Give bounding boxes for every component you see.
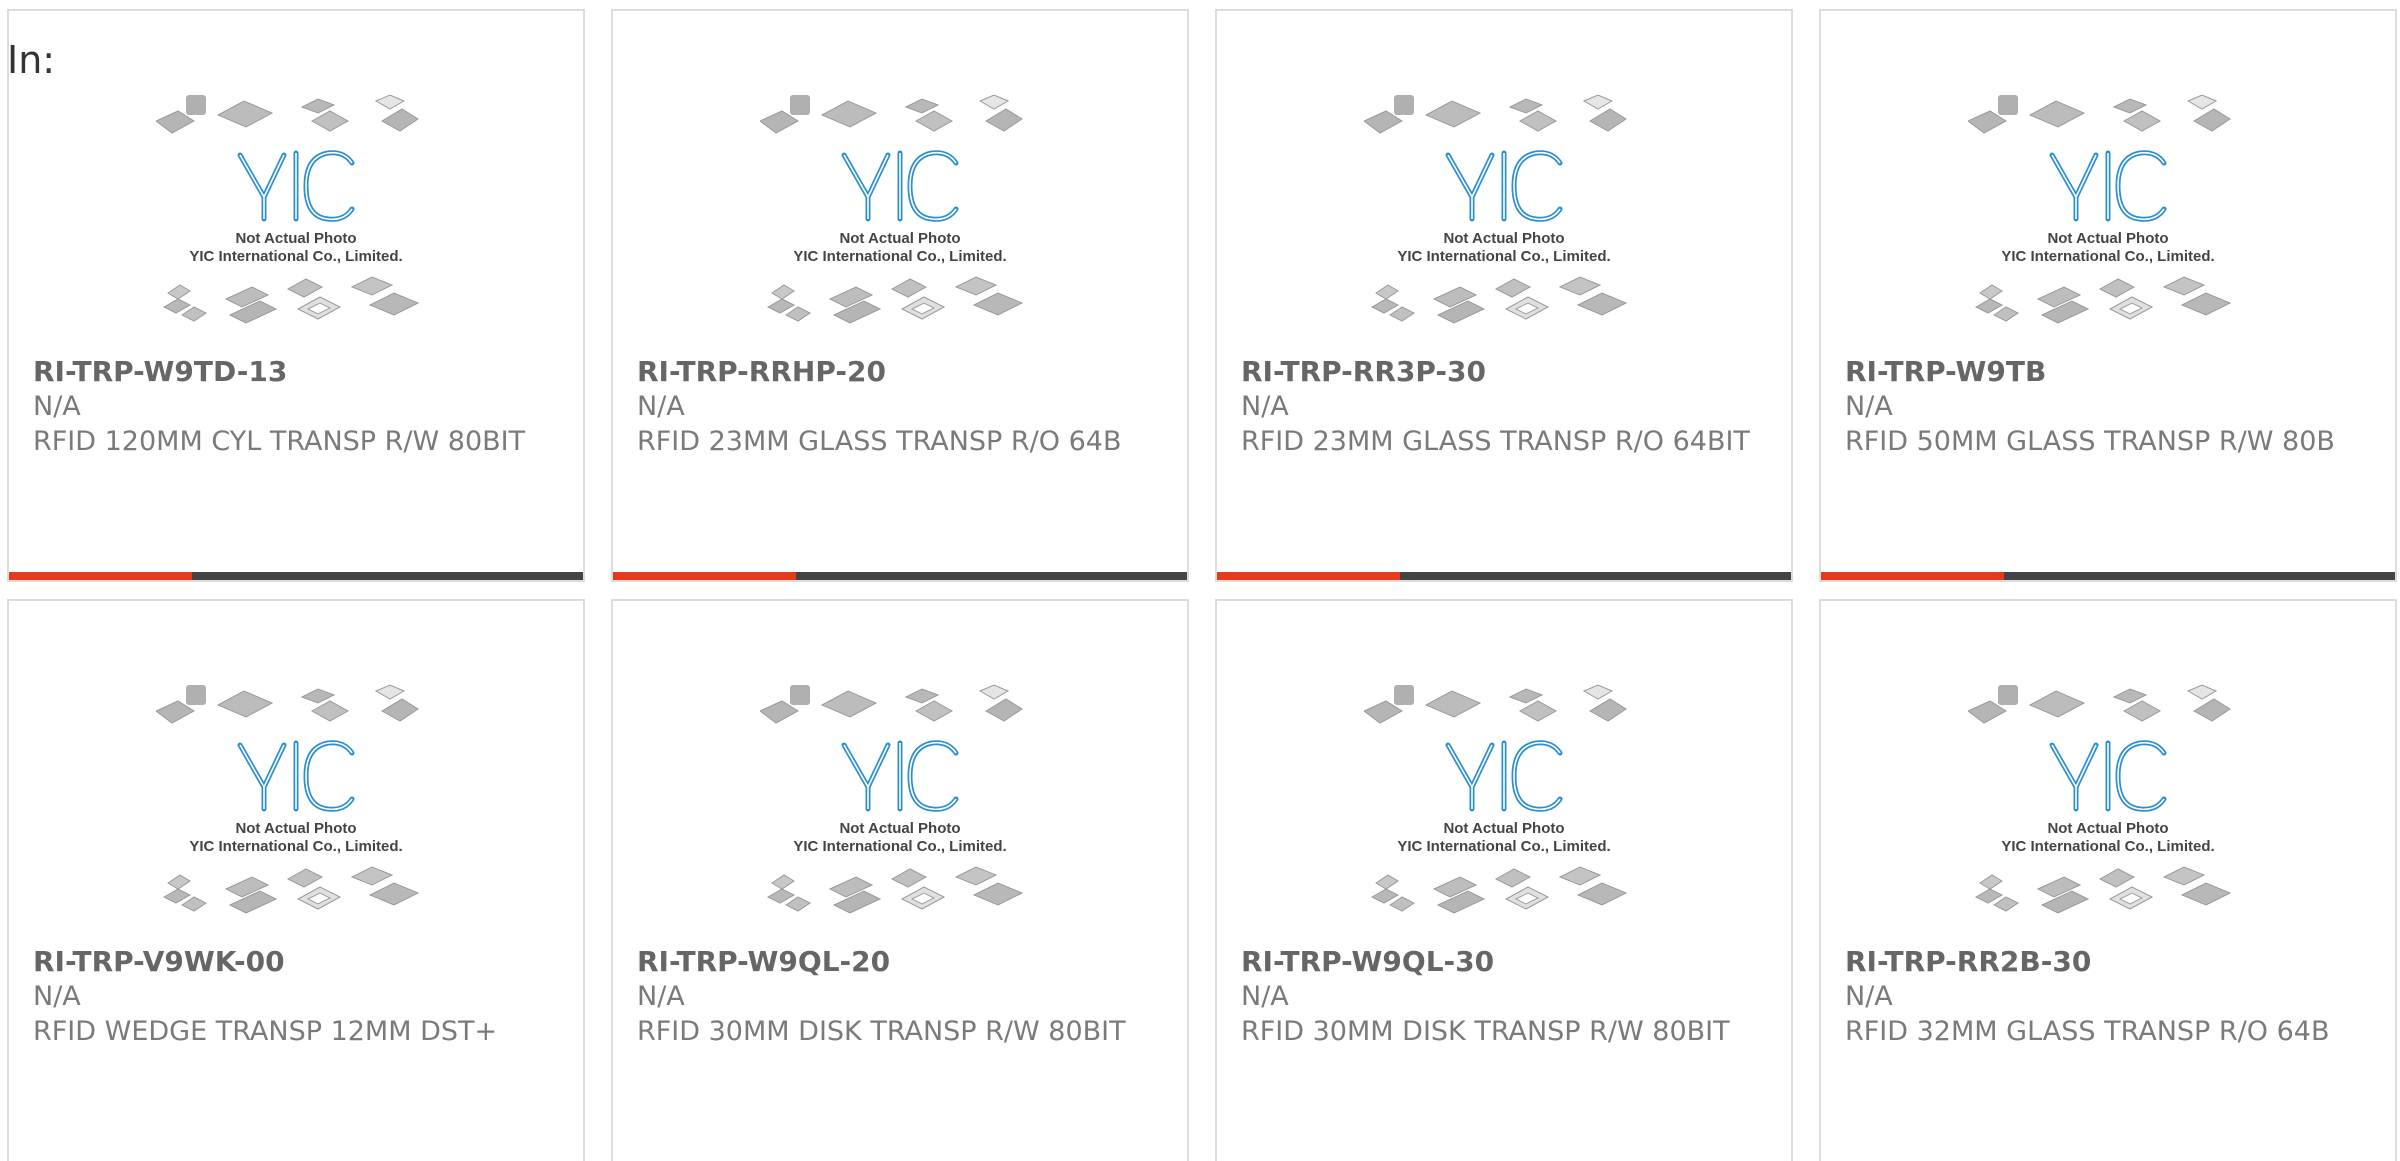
- company-caption: YIC International Co., Limited.: [2001, 248, 2214, 265]
- manufacturer-label: N/A: [1845, 981, 1893, 1012]
- card-accent-bar: [9, 572, 192, 580]
- not-actual-photo-caption: Not Actual Photo: [839, 230, 960, 247]
- product-card[interactable]: Not Actual Photo YIC International Co., L…: [1215, 599, 1793, 1161]
- product-description: RFID 30MM DISK TRANSP R/W 80BIT: [1241, 1016, 1730, 1047]
- part-number-link[interactable]: RI-TRP-W9QL-30: [1241, 945, 1494, 978]
- card-bottom-bar: [9, 572, 583, 580]
- product-grid-page: In: Not Actual Photo YIC International Co…: [0, 0, 2400, 1161]
- product-description: RFID 120MM CYL TRANSP R/W 80BIT: [33, 426, 526, 457]
- manufacturer-label: N/A: [1241, 391, 1289, 422]
- company-caption: YIC International Co., Limited.: [2001, 838, 2214, 855]
- product-card[interactable]: Not Actual Photo YIC International Co., L…: [611, 9, 1189, 582]
- part-number-link[interactable]: RI-TRP-RRHP-20: [637, 355, 886, 388]
- part-number-link[interactable]: RI-TRP-V9WK-00: [33, 945, 285, 978]
- company-caption: YIC International Co., Limited.: [793, 248, 1006, 265]
- manufacturer-label: N/A: [1241, 981, 1289, 1012]
- product-card[interactable]: Not Actual Photo YIC International Co., L…: [7, 9, 585, 582]
- product-card[interactable]: Not Actual Photo YIC International Co., L…: [611, 599, 1189, 1161]
- product-card[interactable]: Not Actual Photo YIC International Co., L…: [1819, 9, 2397, 582]
- product-description: RFID 23MM GLASS TRANSP R/O 64B: [637, 426, 1122, 457]
- product-card[interactable]: Not Actual Photo YIC International Co., L…: [7, 599, 585, 1161]
- product-placeholder-image[interactable]: Not Actual Photo YIC International Co., L…: [9, 93, 583, 353]
- chip-placeholder-graphic: Not Actual PhotoYIC International Co., L…: [156, 94, 420, 324]
- not-actual-photo-caption: Not Actual Photo: [839, 820, 960, 837]
- product-placeholder-image[interactable]: Not Actual Photo YIC International Co., L…: [1217, 93, 1791, 353]
- manufacturer-label: N/A: [637, 391, 685, 422]
- product-placeholder-image[interactable]: Not Actual Photo YIC International Co., L…: [613, 93, 1187, 353]
- not-actual-photo-caption: Not Actual Photo: [235, 230, 356, 247]
- manufacturer-label: N/A: [637, 981, 685, 1012]
- not-actual-photo-caption: Not Actual Photo: [1443, 230, 1564, 247]
- chip-placeholder-graphic: Not Actual PhotoYIC International Co., L…: [1364, 94, 1628, 324]
- chip-placeholder-graphic: Not Actual PhotoYIC International Co., L…: [1968, 684, 2232, 914]
- card-accent-bar: [1821, 572, 2004, 580]
- product-description: RFID 30MM DISK TRANSP R/W 80BIT: [637, 1016, 1126, 1047]
- product-placeholder-image[interactable]: Not Actual Photo YIC International Co., L…: [1821, 93, 2395, 353]
- manufacturer-label: N/A: [33, 981, 81, 1012]
- company-caption: YIC International Co., Limited.: [189, 838, 402, 855]
- chip-placeholder-graphic: Not Actual PhotoYIC International Co., L…: [760, 684, 1024, 914]
- chip-placeholder-graphic: Not Actual PhotoYIC International Co., L…: [1364, 684, 1628, 914]
- manufacturer-label: N/A: [33, 391, 81, 422]
- filter-heading: In:: [7, 38, 56, 82]
- card-bottom-bar: [1821, 572, 2395, 580]
- product-grid: Not Actual Photo YIC International Co., L…: [0, 0, 2400, 1161]
- product-placeholder-image[interactable]: Not Actual Photo YIC International Co., L…: [9, 683, 583, 943]
- part-number-link[interactable]: RI-TRP-W9TD-13: [33, 355, 287, 388]
- part-number-link[interactable]: RI-TRP-RR3P-30: [1241, 355, 1486, 388]
- company-caption: YIC International Co., Limited.: [793, 838, 1006, 855]
- company-caption: YIC International Co., Limited.: [1397, 248, 1610, 265]
- card-bottom-bar: [1217, 572, 1791, 580]
- product-description: RFID 50MM GLASS TRANSP R/W 80B: [1845, 426, 2335, 457]
- chip-placeholder-graphic: Not Actual PhotoYIC International Co., L…: [156, 684, 420, 914]
- product-placeholder-image[interactable]: Not Actual Photo YIC International Co., L…: [1217, 683, 1791, 943]
- company-caption: YIC International Co., Limited.: [189, 248, 402, 265]
- product-description: RFID WEDGE TRANSP 12MM DST+: [33, 1016, 498, 1047]
- product-card[interactable]: Not Actual Photo YIC International Co., L…: [1215, 9, 1793, 582]
- card-accent-bar: [613, 572, 796, 580]
- part-number-link[interactable]: RI-TRP-W9TB: [1845, 355, 2046, 388]
- card-accent-bar: [1217, 572, 1400, 580]
- company-caption: YIC International Co., Limited.: [1397, 838, 1610, 855]
- not-actual-photo-caption: Not Actual Photo: [1443, 820, 1564, 837]
- product-placeholder-image[interactable]: Not Actual Photo YIC International Co., L…: [1821, 683, 2395, 943]
- not-actual-photo-caption: Not Actual Photo: [235, 820, 356, 837]
- not-actual-photo-caption: Not Actual Photo: [2047, 820, 2168, 837]
- part-number-link[interactable]: RI-TRP-W9QL-20: [637, 945, 890, 978]
- manufacturer-label: N/A: [1845, 391, 1893, 422]
- part-number-link[interactable]: RI-TRP-RR2B-30: [1845, 945, 2091, 978]
- product-placeholder-image[interactable]: Not Actual Photo YIC International Co., L…: [613, 683, 1187, 943]
- card-bottom-bar: [613, 572, 1187, 580]
- product-card[interactable]: Not Actual Photo YIC International Co., L…: [1819, 599, 2397, 1161]
- not-actual-photo-caption: Not Actual Photo: [2047, 230, 2168, 247]
- product-description: RFID 32MM GLASS TRANSP R/O 64B: [1845, 1016, 2330, 1047]
- chip-placeholder-graphic: Not Actual PhotoYIC International Co., L…: [1968, 94, 2232, 324]
- chip-placeholder-graphic: Not Actual PhotoYIC International Co., L…: [760, 94, 1024, 324]
- product-description: RFID 23MM GLASS TRANSP R/O 64BIT: [1241, 426, 1750, 457]
